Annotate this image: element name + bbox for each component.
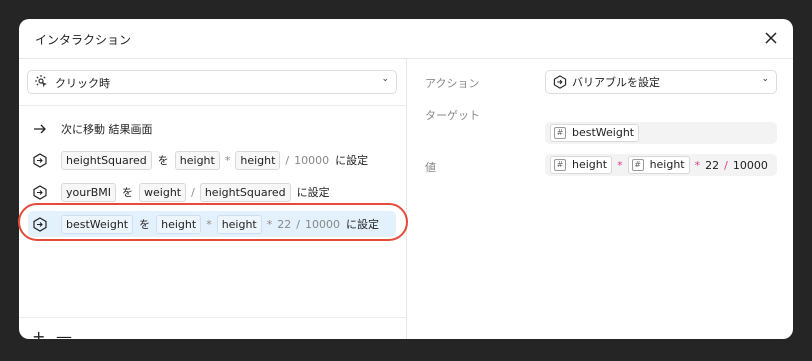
suffix-text: に設定 [335,154,369,167]
particle: を [139,218,151,231]
operator: * [617,158,623,172]
suffix-text: に設定 [345,218,379,231]
variable-chip: yourBMI [61,182,117,202]
dialog-title: インタラクション [35,33,132,47]
target-field[interactable]: # bestWeight [545,122,777,144]
arrow-right-icon [32,121,48,137]
number: 22 [277,217,292,231]
chevron-down-icon: ⌄ [761,74,769,84]
value-field[interactable]: # height * # height * 22 / 10000 [545,154,777,176]
variable-chip: height [235,150,281,170]
add-action-button[interactable]: + [32,329,45,340]
variable-chip: height [174,150,220,170]
divider [19,105,406,106]
action-select[interactable]: バリアブルを設定 ⌄ [545,70,777,94]
variable-chip: # height [550,156,613,174]
trigger-label: クリック時 [55,77,110,90]
action-label: アクション [425,77,480,90]
number: 10000 [294,153,330,167]
operator: / [191,185,195,199]
number: 10000 [304,217,340,231]
operator: * [224,153,231,167]
variable-chip: height [156,214,202,234]
action-row-set-yourBMI[interactable]: yourBMI を weight / heightSquared に設定 [28,179,396,205]
operator: * [206,217,212,231]
variable-icon [32,152,48,168]
divider [19,317,406,318]
action-row-navigate[interactable]: 次に移動 結果画面 [28,116,396,142]
target-variable-chip: # bestWeight [550,124,640,142]
interaction-dialog: インタラクション クリック時 ⌄ 次に移動 結果画面 heightSquared… [19,19,793,339]
tap-icon [34,74,49,89]
target-label: ターゲット [425,109,480,122]
suffix-text: に設定 [296,186,330,199]
value-label: 値 [425,161,436,174]
action-row-set-bestWeight[interactable]: bestWeight を height * height * 22 / 1000… [28,211,396,237]
variable-chip: height [216,214,262,234]
variable-icon [32,184,48,200]
variable-chip: heightSquared [199,182,291,202]
hash-icon: # [554,159,566,171]
close-icon[interactable] [761,28,781,48]
variable-chip: bestWeight [61,214,134,234]
hash-icon: # [554,127,566,139]
operator: * [266,217,273,231]
variable-icon [32,216,48,232]
operator: / [724,158,728,172]
action-row-set-heightSquared[interactable]: heightSquared を height * height / 10000 … [28,147,396,173]
chevron-down-icon: ⌄ [381,74,389,84]
properties-panel: アクション バリアブルを設定 ⌄ ターゲット # bestWeight 値 # he… [407,59,793,339]
variable-chip: heightSquared [61,150,152,170]
particle: を [157,154,169,167]
operator: * [694,158,701,172]
trigger-select[interactable]: クリック時 ⌄ [27,70,397,94]
variable-icon [553,75,567,89]
operator: / [296,217,300,231]
hash-icon: # [631,159,644,171]
dialog-header: インタラクション [19,19,793,59]
operator: / [285,153,290,167]
remove-action-button[interactable]: — [56,329,72,340]
action-value: バリアブルを設定 [572,76,660,89]
particle: を [122,186,134,199]
number: 10000 [732,158,768,172]
variable-chip: # height [627,156,690,174]
variable-chip: weight [139,182,187,202]
number: 22 [705,158,720,172]
actions-panel: クリック時 ⌄ 次に移動 結果画面 heightSquared を height… [19,59,407,339]
action-text: 次に移動 結果画面 [61,123,153,136]
